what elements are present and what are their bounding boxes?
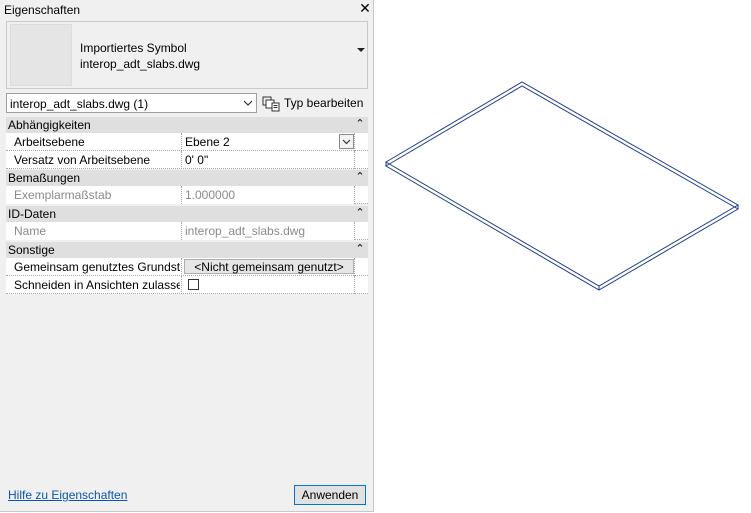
cut-in-views-checkbox[interactable]: [188, 279, 199, 290]
edit-type-button[interactable]: Typ bearbeiten: [262, 93, 366, 113]
title-bar[interactable]: Eigenschaften ✕: [0, 0, 374, 18]
property-name: Versatz von Arbeitsebene: [14, 153, 151, 167]
type-preview-selector[interactable]: Importiertes Symbol interop_adt_slabs.dw…: [6, 21, 368, 89]
property-name: Exemplarmaßstab: [14, 188, 112, 202]
panel-title: Eigenschaften: [4, 3, 81, 17]
property-value: 1.000000: [185, 188, 236, 202]
type-thumbnail: [10, 24, 72, 86]
property-value: interop_adt_slabs.dwg: [185, 224, 306, 238]
collapse-icon[interactable]: ⌃: [354, 242, 366, 255]
close-icon[interactable]: ✕: [358, 0, 372, 16]
collapse-icon[interactable]: ⌃: [354, 117, 366, 130]
property-name: Name: [14, 224, 47, 238]
instance-type-dropdown[interactable]: interop_adt_slabs.dwg (1): [6, 93, 257, 113]
model-view-canvas[interactable]: [375, 0, 751, 513]
edit-type-icon: [262, 96, 280, 112]
category-header-dimensions[interactable]: Bemaßungen ⌃: [6, 170, 368, 186]
collapse-icon[interactable]: ⌃: [354, 206, 366, 219]
category-header-identity-data[interactable]: ID-Daten ⌃: [6, 206, 368, 222]
preview-family: Importiertes Symbol: [80, 41, 187, 55]
category-label: Sonstige: [8, 243, 55, 257]
slab-outline[interactable]: [385, 81, 740, 291]
collapse-icon[interactable]: ⌃: [354, 170, 366, 183]
chevron-down-icon: [243, 100, 253, 106]
category-label: Bemaßungen: [8, 171, 81, 185]
property-row-work-plane[interactable]: Arbeitsebene Ebene 2: [6, 133, 368, 151]
property-name: Gemeinsam genutztes Grundstück: [14, 260, 180, 274]
property-value: Ebene 2: [185, 135, 230, 149]
property-row-name: Name interop_adt_slabs.dwg: [6, 222, 368, 240]
dropdown-arrow-icon[interactable]: [357, 48, 365, 52]
property-value[interactable]: 0' 0": [185, 153, 208, 167]
property-row-shared-site[interactable]: Gemeinsam genutztes Grundstück <Nicht ge…: [6, 258, 368, 276]
instance-type-value: interop_adt_slabs.dwg (1): [10, 97, 149, 111]
edit-type-label: Typ bearbeiten: [284, 96, 364, 110]
property-name: Arbeitsebene: [14, 135, 85, 149]
preview-type: interop_adt_slabs.dwg: [80, 57, 201, 71]
work-plane-dropdown-button[interactable]: [339, 134, 354, 149]
properties-help-link[interactable]: Hilfe zu Eigenschaften: [8, 488, 127, 502]
property-name: Schneiden in Ansichten zulassen: [14, 278, 180, 292]
shared-site-button[interactable]: <Nicht gemeinsam genutzt>: [184, 259, 354, 274]
property-row-offset[interactable]: Versatz von Arbeitsebene 0' 0": [6, 151, 368, 169]
category-header-constraints[interactable]: Abhängigkeiten ⌃: [6, 117, 368, 133]
properties-panel: Eigenschaften ✕ Importiertes Symbol inte…: [0, 0, 374, 512]
category-label: ID-Daten: [8, 207, 57, 221]
shared-site-value: <Nicht gemeinsam genutzt>: [194, 260, 344, 274]
property-row-cut-in-views[interactable]: Schneiden in Ansichten zulassen: [6, 276, 368, 294]
apply-button[interactable]: Anwenden: [294, 485, 366, 505]
chevron-down-icon: [342, 139, 351, 145]
category-header-other[interactable]: Sonstige ⌃: [6, 242, 368, 258]
category-label: Abhängigkeiten: [8, 118, 91, 132]
property-row-instance-scale: Exemplarmaßstab 1.000000: [6, 186, 368, 204]
